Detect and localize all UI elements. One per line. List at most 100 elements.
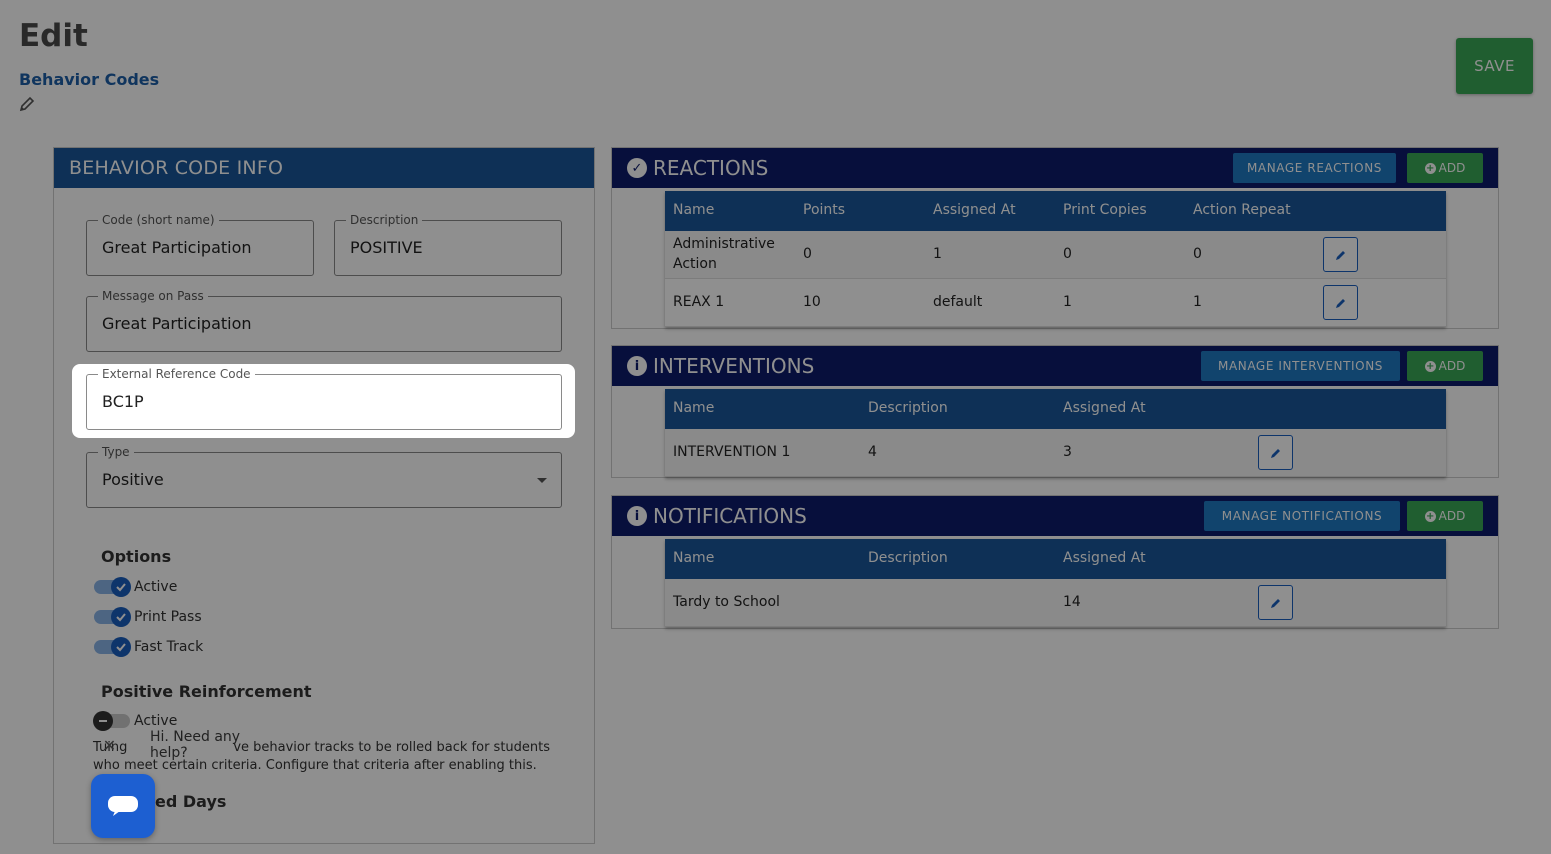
fast-track-label: Fast Track <box>134 639 204 655</box>
col-name: Name <box>673 202 715 218</box>
reinforcement-toggle[interactable] <box>93 711 130 731</box>
active-toggle[interactable] <box>94 577 131 597</box>
message-on-pass-field[interactable]: Message on Pass Great Participation <box>86 289 562 352</box>
manage-notifications-button[interactable]: MANAGE NOTIFICATIONS <box>1204 501 1400 531</box>
manage-interventions-button[interactable]: MANAGE INTERVENTIONS <box>1201 351 1400 381</box>
notifications-title: i NOTIFICATIONS <box>627 504 807 528</box>
external-reference-code-field[interactable]: External Reference Code BC1P <box>86 367 562 430</box>
reactions-title: ✓ REACTIONS <box>627 156 768 180</box>
table-header: Name Description Assigned At <box>665 389 1446 429</box>
col-print-copies: Print Copies <box>1063 202 1147 218</box>
notifications-header: i NOTIFICATIONS MANAGE NOTIFICATIONS + AD… <box>612 496 1498 536</box>
fast-track-toggle[interactable] <box>94 637 131 657</box>
pencil-icon[interactable] <box>19 96 35 112</box>
cell-name: Tardy to School <box>673 594 780 610</box>
cell-points: 10 <box>803 294 821 310</box>
type-select-value: Positive <box>102 470 164 489</box>
table-header: Name Points Assigned At Print Copies Act… <box>665 191 1446 231</box>
print-pass-label: Print Pass <box>134 609 202 625</box>
notifications-table: Name Description Assigned At Tardy to Sc… <box>665 539 1446 627</box>
check-icon <box>111 577 131 597</box>
chevron-down-icon <box>537 478 547 483</box>
table-row: Tardy to School 14 <box>665 579 1446 627</box>
interventions-title: i INTERVENTIONS <box>627 354 814 378</box>
col-description: Description <box>868 550 948 566</box>
cell-assigned-at: default <box>933 294 983 310</box>
message-field-label: Message on Pass <box>98 289 208 303</box>
external-field-value: BC1P <box>102 392 144 411</box>
message-field-value: Great Participation <box>102 314 252 333</box>
table-header: Name Description Assigned At <box>665 539 1446 579</box>
col-name: Name <box>673 550 715 566</box>
add-intervention-button[interactable]: + ADD <box>1407 351 1483 381</box>
active-toggle-row[interactable]: Active <box>94 577 177 597</box>
reactions-panel: ✓ REACTIONS MANAGE REACTIONS + ADD Name P… <box>611 147 1499 329</box>
reactions-header: ✓ REACTIONS MANAGE REACTIONS + ADD <box>612 148 1498 188</box>
check-icon <box>111 637 131 657</box>
col-action-repeat: Action Repeat <box>1193 202 1291 218</box>
edit-intervention-button[interactable] <box>1258 435 1293 470</box>
description-field[interactable]: Description POSITIVE <box>334 213 562 276</box>
notifications-panel: i NOTIFICATIONS MANAGE NOTIFICATIONS + AD… <box>611 495 1499 629</box>
cell-action-repeat: 0 <box>1193 246 1202 262</box>
check-icon <box>111 607 131 627</box>
cell-print-copies: 0 <box>1063 246 1072 262</box>
chat-popup: ✕ Hi. Need any help? <box>97 728 277 762</box>
page-title: Edit <box>19 18 88 54</box>
plus-icon: + <box>1424 510 1436 522</box>
table-row: Administrative Action 0 1 0 0 <box>665 231 1446 279</box>
add-reaction-button[interactable]: + ADD <box>1407 153 1483 183</box>
panel-title: BEHAVIOR CODE INFO <box>54 148 594 188</box>
cell-name-line2: Action <box>673 256 717 272</box>
description-field-value: POSITIVE <box>350 238 423 257</box>
col-points: Points <box>803 202 846 218</box>
add-label: ADD <box>1438 359 1466 373</box>
check-circle-icon: ✓ <box>627 158 647 178</box>
add-label: ADD <box>1438 509 1466 523</box>
cell-assigned-at: 14 <box>1063 594 1081 610</box>
plus-icon: + <box>1424 360 1436 372</box>
fast-track-toggle-row[interactable]: Fast Track <box>94 637 203 657</box>
reinforcement-active-label: Active <box>134 713 178 729</box>
print-pass-toggle-row[interactable]: Print Pass <box>94 607 202 627</box>
col-assigned-at: Assigned At <box>1063 550 1146 566</box>
edit-reaction-button[interactable] <box>1323 285 1358 320</box>
cell-action-repeat: 1 <box>1193 294 1202 310</box>
days-heading: ed Days <box>155 792 227 811</box>
chat-launcher-button[interactable] <box>91 774 155 838</box>
positive-reinforcement-heading: Positive Reinforcement <box>101 682 312 701</box>
type-select[interactable]: Type Positive <box>86 445 562 508</box>
table-row: REAX 1 10 default 1 1 <box>665 279 1446 327</box>
col-assigned-at: Assigned At <box>1063 400 1146 416</box>
pencil-icon <box>1335 250 1345 260</box>
plus-icon: + <box>1424 162 1436 174</box>
pencil-icon <box>1270 598 1280 608</box>
notifications-title-text: NOTIFICATIONS <box>653 504 807 528</box>
pencil-icon <box>1335 298 1345 308</box>
col-assigned-at: Assigned At <box>933 202 1016 218</box>
info-icon: i <box>627 356 647 376</box>
options-heading: Options <box>101 547 172 566</box>
add-notification-button[interactable]: + ADD <box>1407 501 1483 531</box>
cell-print-copies: 1 <box>1063 294 1072 310</box>
interventions-table: Name Description Assigned At INTERVENTIO… <box>665 389 1446 477</box>
interventions-title-text: INTERVENTIONS <box>653 354 815 378</box>
breadcrumb[interactable]: Behavior Codes <box>19 70 159 89</box>
info-icon: i <box>627 506 647 526</box>
chat-message[interactable]: Hi. Need any help? <box>150 729 277 761</box>
reactions-title-text: REACTIONS <box>653 156 769 180</box>
edit-notification-button[interactable] <box>1258 585 1293 620</box>
code-field-label: Code (short name) <box>98 213 219 227</box>
print-pass-toggle[interactable] <box>94 607 131 627</box>
cell-assigned-at: 3 <box>1063 444 1072 460</box>
description-field-label: Description <box>346 213 423 227</box>
close-icon[interactable]: ✕ <box>97 736 122 755</box>
type-select-label: Type <box>98 445 134 459</box>
manage-reactions-button[interactable]: MANAGE REACTIONS <box>1233 153 1396 183</box>
save-button[interactable]: SAVE <box>1456 38 1533 94</box>
chat-icon <box>108 796 138 816</box>
edit-reaction-button[interactable] <box>1323 237 1358 272</box>
col-description: Description <box>868 400 948 416</box>
cell-name: INTERVENTION 1 <box>673 444 791 460</box>
code-field[interactable]: Code (short name) Great Participation <box>86 213 314 276</box>
